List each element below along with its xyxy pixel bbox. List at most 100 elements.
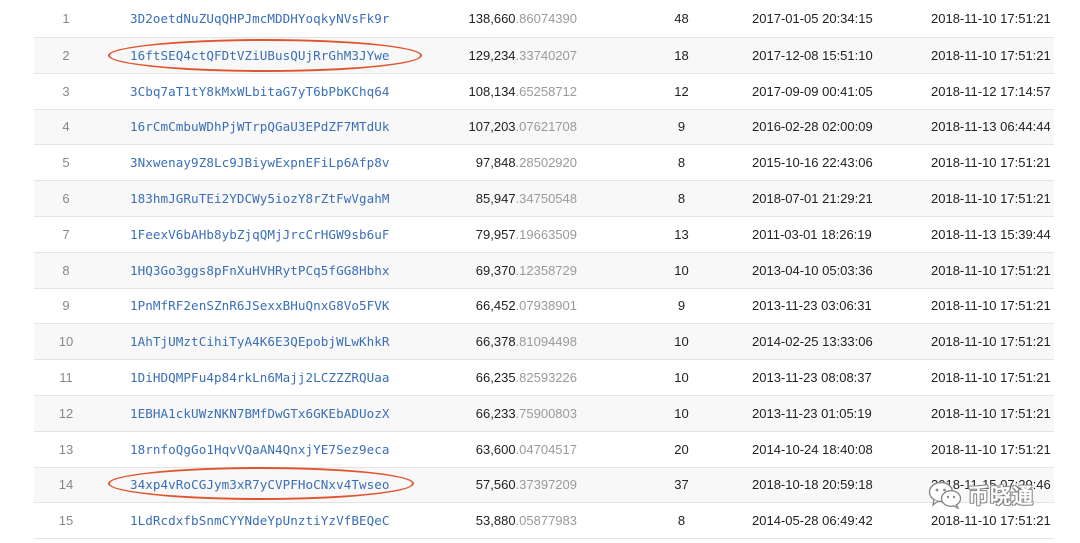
balance-decimal: .34750548 bbox=[515, 191, 577, 207]
balance-decimal: .82593226 bbox=[515, 370, 577, 386]
table-row: 15 1LdRcdxfbSnmCYYNdeYpUnztiYzVfBEQeC 53… bbox=[34, 503, 1054, 540]
rank-cell: 9 bbox=[62, 298, 70, 314]
balance-decimal: .86074390 bbox=[515, 11, 577, 26]
last-seen-cell: 2018-11-10 17:51:21 bbox=[931, 334, 1051, 350]
balance-integer: 66,233 bbox=[475, 405, 516, 421]
address-link[interactable]: 1FeexV6bAHb8ybZjqQMjJrcCrHGW9sb6uF bbox=[130, 217, 390, 252]
first-seen-cell: 2018-07-01 21:29:21 bbox=[752, 191, 873, 207]
balance-cell: 85,947.34750548 bbox=[476, 181, 577, 216]
table-row: 9 1PnMfRF2enSZnR6JSexxBHuQnxG8Vo5FVK 66,… bbox=[34, 289, 1054, 325]
balance-integer: 69,370 bbox=[475, 262, 516, 278]
tx-count-cell: 37 bbox=[674, 477, 689, 493]
table-row: 12 1EBHA1ckUWzNKN7BMfDwGTx6GKEbADUozX 66… bbox=[34, 395, 1054, 432]
table-row: 5 3Nxwenay9Z8Lc9JBiywExpnEFiLp6Afp8v 97,… bbox=[34, 145, 1054, 182]
tx-count-cell: 10 bbox=[674, 334, 689, 350]
rank-cell: 14 bbox=[58, 477, 74, 493]
rank-cell: 12 bbox=[58, 405, 74, 421]
balance-integer: 138,660 bbox=[468, 11, 516, 26]
first-seen-cell: 2011-03-01 18:26:19 bbox=[752, 226, 872, 242]
balance-decimal: .28502920 bbox=[515, 155, 577, 171]
wechat-icon bbox=[928, 481, 962, 509]
last-seen-cell: 2018-11-13 15:39:44 bbox=[931, 226, 1051, 242]
table-row: 10 1AhTjUMztCihiTyA4K6E3QEpobjWLwKhkR 66… bbox=[34, 324, 1054, 361]
balance-decimal: .75900803 bbox=[515, 405, 577, 421]
balance-decimal: .37397209 bbox=[515, 477, 577, 493]
rank-cell: 6 bbox=[62, 191, 70, 207]
balance-integer: 85,947 bbox=[475, 191, 516, 207]
balance-integer: 129,234 bbox=[468, 47, 516, 63]
highlight-ellipse-row-14 bbox=[108, 467, 414, 500]
balance-integer: 63,600 bbox=[475, 441, 516, 457]
rank-cell: 4 bbox=[62, 119, 70, 135]
highlight-ellipse-row-2 bbox=[108, 39, 422, 72]
table-row: 4 16rCmCmbuWDhPjWTrpQGaU3EPdZF7MTdUk 107… bbox=[34, 109, 1054, 146]
address-link[interactable]: 16rCmCmbuWDhPjWTrpQGaU3EPdZF7MTdUk bbox=[130, 110, 390, 145]
rank-cell: 13 bbox=[58, 441, 74, 457]
table-row: 1 3D2oetdNuZUqQHPJmcMDDHYoqkyNVsFk9r 138… bbox=[34, 0, 1054, 38]
last-seen-cell: 2018-11-10 17:51:21 bbox=[931, 441, 1051, 457]
balance-integer: 107,203 bbox=[468, 119, 516, 135]
balance-cell: 129,234.33740207 bbox=[469, 38, 577, 73]
last-seen-cell: 2018-11-13 06:44:44 bbox=[931, 119, 1051, 135]
table-row: 13 18rnfoQgGo1HqvVQaAN4QnxjYE7Sez9eca 63… bbox=[34, 432, 1054, 468]
address-link[interactable]: 3Nxwenay9Z8Lc9JBiywExpnEFiLp6Afp8v bbox=[130, 145, 390, 180]
balance-integer: 57,560 bbox=[475, 477, 516, 493]
rank-cell: 15 bbox=[58, 513, 74, 529]
rank-cell: 1 bbox=[62, 11, 70, 26]
balance-cell: 69,370.12358729 bbox=[476, 253, 577, 288]
last-seen-cell: 2018-11-10 17:51:21 bbox=[931, 370, 1051, 386]
balance-decimal: .12358729 bbox=[515, 262, 577, 278]
table-row: 8 1HQ3Go3ggs8pFnXuHVHRytPCq5fGG8Hbhx 69,… bbox=[34, 252, 1054, 289]
address-link[interactable]: 3Cbq7aT1tY8kMxWLbitaG7yT6bPbKChq64 bbox=[130, 74, 390, 109]
first-seen-cell: 2014-10-24 18:40:08 bbox=[752, 441, 873, 457]
tx-count-cell: 48 bbox=[674, 11, 689, 26]
balance-cell: 97,848.28502920 bbox=[476, 145, 577, 180]
tx-count-cell: 10 bbox=[674, 370, 689, 386]
balance-decimal: .07938901 bbox=[515, 298, 577, 314]
tx-count-cell: 8 bbox=[677, 155, 686, 171]
rich-list-table: 1 3D2oetdNuZUqQHPJmcMDDHYoqkyNVsFk9r 138… bbox=[34, 0, 1054, 540]
first-seen-cell: 2014-05-28 06:49:42 bbox=[752, 513, 873, 529]
balance-cell: 79,957.19663509 bbox=[476, 217, 577, 252]
first-seen-cell: 2013-11-23 03:06:31 bbox=[752, 298, 872, 314]
balance-decimal: .05877983 bbox=[515, 513, 577, 529]
address-link[interactable]: 1LdRcdxfbSnmCYYNdeYpUnztiYzVfBEQeC bbox=[130, 503, 390, 538]
balance-cell: 66,378.81094498 bbox=[476, 324, 577, 359]
watermark-text: 币晓通 bbox=[968, 484, 1034, 508]
address-link[interactable]: 1DiHDQMPFu4p84rkLn6Majj2LCZZZRQUaa bbox=[130, 360, 390, 395]
balance-integer: 66,452 bbox=[475, 298, 516, 314]
balance-decimal: .07621708 bbox=[515, 119, 577, 135]
address-link[interactable]: 183hmJGRuTEi2YDCWy5iozY8rZtFwVgahM bbox=[130, 181, 390, 216]
rank-cell: 2 bbox=[62, 47, 70, 63]
table-row: 3 3Cbq7aT1tY8kMxWLbitaG7yT6bPbKChq64 108… bbox=[34, 74, 1054, 110]
last-seen-cell: 2018-11-10 17:51:21 bbox=[931, 47, 1051, 63]
balance-integer: 66,378 bbox=[475, 334, 516, 350]
address-link[interactable]: 1HQ3Go3ggs8pFnXuHVHRytPCq5fGG8Hbhx bbox=[130, 253, 390, 288]
last-seen-cell: 2018-11-10 17:51:21 bbox=[931, 11, 1051, 26]
last-seen-cell: 2018-11-10 17:51:21 bbox=[931, 298, 1051, 314]
balance-decimal: .33740207 bbox=[515, 47, 577, 63]
balance-cell: 66,233.75900803 bbox=[476, 396, 577, 431]
address-link[interactable]: 3D2oetdNuZUqQHPJmcMDDHYoqkyNVsFk9r bbox=[130, 0, 390, 37]
address-link[interactable]: 1EBHA1ckUWzNKN7BMfDwGTx6GKEbADUozX bbox=[130, 396, 390, 431]
address-link[interactable]: 18rnfoQgGo1HqvVQaAN4QnxjYE7Sez9eca bbox=[130, 432, 390, 467]
tx-count-cell: 12 bbox=[674, 83, 689, 99]
address-link[interactable]: 1PnMfRF2enSZnR6JSexxBHuQnxG8Vo5FVK bbox=[130, 289, 390, 324]
tx-count-cell: 10 bbox=[674, 262, 689, 278]
balance-integer: 79,957 bbox=[475, 226, 516, 242]
balance-decimal: .81094498 bbox=[515, 334, 577, 350]
tx-count-cell: 10 bbox=[674, 405, 689, 421]
tx-count-cell: 8 bbox=[677, 191, 686, 207]
first-seen-cell: 2018-10-18 20:59:18 bbox=[752, 477, 873, 493]
rank-cell: 7 bbox=[62, 226, 70, 242]
balance-decimal: .65258712 bbox=[515, 83, 577, 99]
first-seen-cell: 2017-01-05 20:34:15 bbox=[752, 11, 873, 26]
balance-cell: 66,235.82593226 bbox=[476, 360, 577, 395]
last-seen-cell: 2018-11-10 17:51:21 bbox=[931, 191, 1051, 207]
rank-cell: 10 bbox=[58, 334, 74, 350]
address-link[interactable]: 1AhTjUMztCihiTyA4K6E3QEpobjWLwKhkR bbox=[130, 324, 390, 359]
first-seen-cell: 2014-02-25 13:33:06 bbox=[752, 334, 873, 350]
tx-count-cell: 9 bbox=[677, 298, 686, 314]
first-seen-cell: 2015-10-16 22:43:06 bbox=[752, 155, 873, 171]
first-seen-cell: 2013-11-23 01:05:19 bbox=[752, 405, 872, 421]
